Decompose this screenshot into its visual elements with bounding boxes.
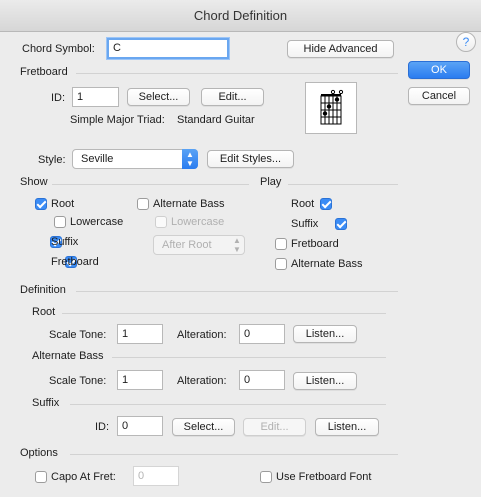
- fretboard-select-button[interactable]: Select...: [127, 88, 190, 106]
- alternate-bass-position-value: After Root: [162, 239, 212, 251]
- show-separator: [52, 184, 249, 185]
- play-separator: [288, 184, 398, 185]
- show-fretboard-label: Fretboard: [51, 256, 99, 268]
- alt-bass-alteration-input[interactable]: 0: [239, 370, 285, 390]
- show-suffix-label: Suffix: [51, 236, 79, 248]
- fretboard-section-title: Fretboard: [20, 66, 68, 78]
- chord-diagram-icon: [320, 89, 344, 125]
- use-fretboard-font-checkbox[interactable]: [260, 471, 272, 483]
- show-alternate-bass-checkbox[interactable]: [137, 198, 149, 210]
- play-alternate-bass-checkbox[interactable]: [275, 258, 287, 270]
- play-fretboard-checkbox[interactable]: [275, 238, 287, 250]
- play-suffix-label: Suffix: [291, 218, 319, 230]
- play-fretboard-label: Fretboard: [291, 238, 339, 250]
- popup-arrows-icon: ▲ ▼: [233, 236, 241, 254]
- root-alteration-input[interactable]: 0: [239, 324, 285, 344]
- options-separator: [70, 454, 398, 455]
- fretboard-diagram: [305, 82, 357, 134]
- suffix-listen-button[interactable]: Listen...: [315, 418, 379, 436]
- chord-symbol-input[interactable]: C: [107, 38, 229, 59]
- play-suffix-checkbox[interactable]: [335, 218, 348, 230]
- show-section-title: Show: [20, 176, 48, 188]
- capo-fret-input[interactable]: 0: [133, 466, 179, 486]
- show-alternate-bass-label: Alternate Bass: [153, 198, 225, 210]
- show-root-label: Root: [51, 198, 75, 210]
- fretboard-chord-name: Simple Major Triad:: [70, 114, 165, 126]
- alt-bass-scale-tone-label: Scale Tone:: [49, 375, 107, 387]
- show-alt-lowercase-label: Lowercase: [171, 216, 225, 228]
- root-scale-tone-input[interactable]: 1: [117, 324, 163, 344]
- alt-bass-listen-button[interactable]: Listen...: [293, 372, 357, 390]
- root-separator: [62, 313, 386, 314]
- play-alternate-bass-label: Alternate Bass: [291, 258, 363, 270]
- alternate-bass-subsection-title: Alternate Bass: [32, 350, 104, 362]
- alt-bass-scale-tone-input[interactable]: 1: [117, 370, 163, 390]
- ok-button[interactable]: OK: [408, 61, 470, 79]
- fretboard-instrument: Standard Guitar: [177, 114, 255, 126]
- edit-styles-button[interactable]: Edit Styles...: [207, 150, 294, 168]
- fretboard-edit-button[interactable]: Edit...: [201, 88, 264, 106]
- definition-separator: [76, 291, 398, 292]
- style-popup[interactable]: Seville ▲ ▼: [72, 149, 198, 169]
- root-alteration-label: Alteration:: [177, 329, 227, 341]
- suffix-separator: [70, 404, 386, 405]
- suffix-id-label: ID:: [95, 421, 110, 433]
- play-root-checkbox[interactable]: [320, 198, 333, 210]
- chord-symbol-label: Chord Symbol:: [22, 43, 95, 55]
- show-lowercase-label: Lowercase: [70, 216, 124, 228]
- popup-arrows-icon: ▲ ▼: [182, 149, 198, 169]
- window-title: Chord Definition: [0, 0, 481, 32]
- fretboard-id-input[interactable]: 1: [72, 87, 119, 107]
- use-fretboard-font-label: Use Fretboard Font: [276, 471, 372, 483]
- cancel-button[interactable]: Cancel: [408, 87, 470, 105]
- capo-checkbox[interactable]: [35, 471, 47, 483]
- suffix-select-button[interactable]: Select...: [172, 418, 235, 436]
- options-section-title: Options: [20, 447, 58, 459]
- root-listen-button[interactable]: Listen...: [293, 325, 357, 343]
- show-lowercase-checkbox[interactable]: [54, 216, 66, 228]
- capo-label: Capo At Fret:: [51, 471, 116, 483]
- root-subsection-title: Root: [32, 306, 56, 318]
- play-section-title: Play: [260, 176, 282, 188]
- alt-bass-alteration-label: Alteration:: [177, 375, 227, 387]
- fretboard-separator: [76, 73, 398, 74]
- root-scale-tone-label: Scale Tone:: [49, 329, 107, 341]
- help-button[interactable]: ?: [456, 32, 476, 52]
- suffix-id-input[interactable]: 0: [117, 416, 163, 436]
- suffix-edit-button[interactable]: Edit...: [243, 418, 306, 436]
- alternate-bass-separator: [112, 357, 386, 358]
- fretboard-id-label: ID:: [51, 92, 66, 104]
- show-root-checkbox[interactable]: [35, 198, 47, 210]
- show-alt-lowercase-checkbox[interactable]: [155, 216, 167, 228]
- style-popup-value: Seville: [81, 153, 114, 165]
- definition-section-title: Definition: [20, 284, 66, 296]
- style-label: Style:: [38, 154, 66, 166]
- hide-advanced-button[interactable]: Hide Advanced: [287, 40, 394, 58]
- suffix-subsection-title: Suffix: [32, 397, 60, 409]
- alternate-bass-position-popup[interactable]: After Root ▲ ▼: [153, 235, 245, 255]
- play-root-label: Root: [291, 198, 315, 210]
